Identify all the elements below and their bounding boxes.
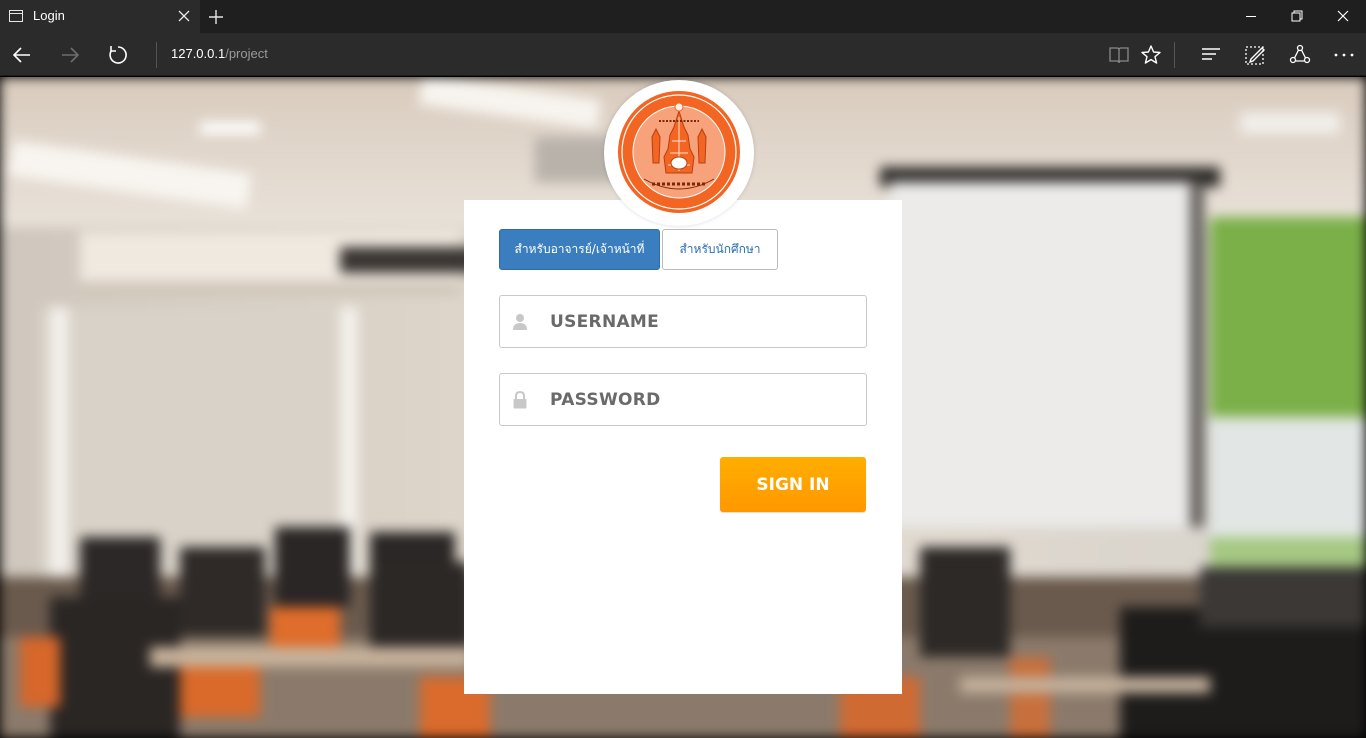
browser-titlebar: Login: [0, 0, 1366, 33]
reading-view-icon[interactable]: [1107, 43, 1131, 67]
username-input[interactable]: [550, 296, 860, 347]
browser-tab[interactable]: Login: [0, 0, 200, 33]
address-bar: 127.0.0.1/project: [0, 33, 1366, 76]
minimize-button[interactable]: [1228, 0, 1274, 33]
password-input[interactable]: [550, 374, 860, 425]
login-card: [464, 200, 902, 694]
back-arrow-icon[interactable]: [10, 43, 34, 67]
window-icon: [9, 10, 23, 22]
forward-arrow-icon[interactable]: [58, 43, 82, 67]
hub-icon[interactable]: [1199, 43, 1223, 67]
toolbar-divider: [1174, 42, 1175, 68]
restore-button[interactable]: [1274, 0, 1320, 33]
address-divider: [156, 42, 157, 68]
more-icon[interactable]: [1332, 43, 1356, 67]
university-seal-logo: [615, 88, 743, 216]
url-host: 127.0.0.1: [171, 46, 226, 61]
web-note-icon[interactable]: [1243, 43, 1267, 67]
username-field: [499, 295, 867, 348]
window-close-button[interactable]: [1320, 0, 1366, 33]
tab-title: Login: [33, 8, 65, 23]
close-icon[interactable]: [176, 8, 192, 24]
tab-staff[interactable]: สำหรับอาจารย์/เจ้าหน้าที่: [499, 229, 660, 270]
tab-student[interactable]: สำหรับนักศึกษา: [662, 229, 778, 270]
password-field: [499, 373, 867, 426]
share-icon[interactable]: [1288, 43, 1312, 67]
user-icon: [513, 314, 527, 330]
plus-icon[interactable]: [207, 8, 225, 26]
refresh-icon[interactable]: [106, 43, 130, 67]
url-field[interactable]: 127.0.0.1/project: [171, 46, 268, 61]
lock-icon: [513, 391, 527, 409]
sign-in-button[interactable]: SIGN IN: [720, 457, 866, 512]
star-icon[interactable]: [1139, 43, 1163, 67]
url-path: /project: [225, 46, 268, 61]
